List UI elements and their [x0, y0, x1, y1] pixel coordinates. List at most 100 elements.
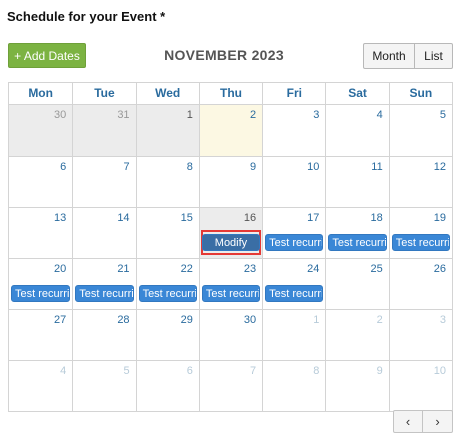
chevron-right-icon[interactable]: › [423, 410, 453, 433]
day-cell[interactable]: 17 Test recurring event [262, 207, 326, 258]
day-cell[interactable]: 26 [388, 258, 452, 309]
day-cell[interactable]: 14 [72, 207, 136, 258]
day-cell[interactable]: 4 [325, 105, 388, 156]
day-cell[interactable]: 30 [9, 105, 73, 156]
chevron-left-icon[interactable]: ‹ [393, 410, 423, 433]
event-chip[interactable]: Test recurring event [75, 285, 134, 302]
month-view-button[interactable]: Month [363, 43, 415, 69]
day-cell[interactable]: 22 Test recurring event [135, 258, 199, 309]
day-number: 17 [307, 212, 320, 224]
day-cell[interactable]: 25 [325, 258, 389, 309]
day-number: 20 [54, 263, 67, 275]
day-cell[interactable]: 7 [198, 360, 263, 411]
day-cell[interactable]: 5 [388, 105, 452, 156]
day-cell[interactable]: 24 Test recurring event [262, 258, 326, 309]
page-title: Schedule for your Event * [7, 9, 166, 24]
day-cell[interactable]: 6 [135, 360, 199, 411]
day-number: 30 [54, 109, 67, 121]
day-number: 27 [54, 314, 67, 326]
day-number: 19 [433, 212, 446, 224]
weekday-label: Tue [72, 83, 135, 104]
day-number: 2 [250, 109, 257, 121]
day-number: 14 [117, 212, 130, 224]
day-number: 9 [250, 161, 257, 173]
day-cell[interactable]: 5 [72, 360, 136, 411]
day-cell[interactable]: 31 [72, 105, 136, 156]
day-number: 4 [60, 365, 67, 377]
day-cell[interactable]: 19 Test recurring event [388, 207, 452, 258]
day-cell[interactable]: 16 Modify [198, 207, 263, 258]
day-cell[interactable]: 12 [388, 156, 452, 207]
event-chip[interactable]: Test recurring event [328, 234, 387, 251]
day-cell[interactable]: 6 [9, 156, 73, 207]
day-cell[interactable]: 2 [325, 309, 389, 360]
day-number: 1 [313, 314, 320, 326]
event-chip[interactable]: Test recurring event [138, 285, 197, 302]
day-number: 26 [433, 263, 446, 275]
day-number: 22 [180, 263, 193, 275]
day-number: 7 [123, 161, 130, 173]
calendar-grid: 30 31 1 2 3 4 5 6 7 8 9 10 11 12 13 14 15 16 Modify 17 Test … [8, 104, 453, 412]
day-cell[interactable]: 9 [198, 156, 263, 207]
day-number: 21 [117, 263, 130, 275]
day-number: 29 [180, 314, 193, 326]
day-number: 28 [117, 314, 130, 326]
event-chip[interactable]: Test recurring event [11, 285, 71, 302]
weekday-label: Thu [198, 83, 262, 104]
day-number: 7 [250, 365, 257, 377]
day-number: 2 [376, 314, 383, 326]
day-number: 30 [243, 314, 257, 326]
weekday-header: Mon Tue Wed Thu Fri Sat Sun [8, 82, 453, 104]
day-cell[interactable]: 20 Test recurring event [9, 258, 73, 309]
month-title: NOVEMBER 2023 [164, 47, 284, 63]
view-switcher: Month List [363, 43, 453, 69]
day-cell[interactable]: 7 [72, 156, 136, 207]
event-chip[interactable]: Test recurring event [201, 285, 261, 302]
day-number: 3 [439, 314, 446, 326]
day-number: 23 [243, 263, 257, 275]
day-number: 31 [117, 109, 130, 121]
day-number: 13 [54, 212, 67, 224]
day-number: 12 [433, 161, 446, 173]
day-cell[interactable]: 23 Test recurring event [198, 258, 263, 309]
day-cell[interactable]: 1 [135, 105, 199, 156]
day-cell[interactable]: 11 [325, 156, 389, 207]
day-cell[interactable]: 3 [262, 105, 325, 156]
day-cell[interactable]: 8 [135, 156, 199, 207]
event-chip[interactable]: Test recurring event [265, 285, 324, 302]
day-cell[interactable]: 18 Test recurring event [325, 207, 389, 258]
day-number: 1 [186, 109, 193, 121]
day-number: 16 [243, 212, 257, 224]
day-cell[interactable]: 2 [198, 105, 263, 156]
list-view-button[interactable]: List [415, 43, 453, 69]
day-cell[interactable]: 13 [9, 207, 73, 258]
day-cell[interactable]: 1 [262, 309, 326, 360]
day-number: 6 [60, 161, 67, 173]
day-cell[interactable]: 27 [9, 309, 73, 360]
event-chip[interactable]: Test recurring event [391, 234, 450, 251]
day-cell[interactable]: 29 [135, 309, 199, 360]
modify-event-button[interactable]: Modify [201, 234, 261, 251]
day-cell[interactable]: 30 [198, 309, 263, 360]
day-number: 10 [433, 365, 446, 377]
day-cell[interactable]: 10 [262, 156, 326, 207]
day-number: 9 [376, 365, 383, 377]
day-cell[interactable]: 4 [9, 360, 73, 411]
add-dates-button[interactable]: + Add Dates [8, 43, 86, 68]
day-number: 5 [439, 109, 446, 121]
day-cell[interactable]: 10 [388, 360, 452, 411]
day-cell[interactable]: 15 [135, 207, 199, 258]
day-cell[interactable]: 28 [72, 309, 136, 360]
day-number: 25 [370, 263, 383, 275]
day-cell[interactable]: 3 [388, 309, 452, 360]
day-number: 3 [313, 109, 320, 121]
weekday-label: Fri [262, 83, 325, 104]
day-cell[interactable]: 9 [325, 360, 389, 411]
day-cell[interactable]: 8 [262, 360, 326, 411]
day-cell[interactable]: 21 Test recurring event [72, 258, 136, 309]
calendar: Mon Tue Wed Thu Fri Sat Sun 30 31 1 2 3 4 5 6 7 8… [8, 82, 453, 412]
event-chip[interactable]: Test recurring event [265, 234, 324, 251]
weekday-label: Sat [325, 83, 388, 104]
day-number: 4 [376, 109, 383, 121]
day-number: 24 [307, 263, 320, 275]
